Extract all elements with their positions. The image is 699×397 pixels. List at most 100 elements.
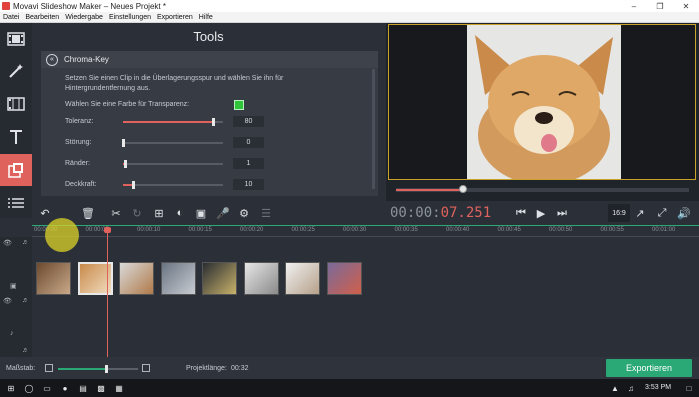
tolerance-slider[interactable] bbox=[123, 118, 223, 126]
noise-slider-knob[interactable] bbox=[122, 139, 125, 147]
notifications-icon[interactable]: □ bbox=[684, 383, 694, 393]
skip-back-icon[interactable]: ⏮ bbox=[512, 204, 530, 222]
speaker-icon[interactable]: ♫ bbox=[626, 383, 636, 393]
noise-slider[interactable] bbox=[122, 139, 223, 147]
video-visibility-eye-icon[interactable]: 👁 bbox=[3, 297, 13, 305]
titles-button[interactable] bbox=[0, 121, 32, 153]
export-button[interactable]: Exportieren bbox=[606, 359, 692, 377]
edges-slider-knob[interactable] bbox=[124, 160, 127, 168]
scale-label: Maßstab: bbox=[6, 365, 36, 372]
panel-scrollbar[interactable] bbox=[372, 69, 375, 189]
menu-datei[interactable]: Datei bbox=[0, 14, 22, 21]
overlay-visibility-eye-icon[interactable]: 👁 bbox=[3, 239, 13, 247]
menu-hilfe[interactable]: Hilfe bbox=[196, 14, 216, 21]
tool-strip bbox=[0, 23, 32, 218]
tolerance-row: Toleranz: 80 bbox=[65, 116, 365, 128]
folder-icon[interactable]: ▤ bbox=[78, 383, 88, 393]
zoom-out-icon[interactable] bbox=[45, 364, 53, 372]
task-view-icon[interactable]: ▭ bbox=[42, 383, 52, 393]
transitions-button[interactable] bbox=[0, 88, 32, 120]
timeline-clip[interactable] bbox=[243, 262, 279, 295]
playhead-handle[interactable] bbox=[104, 227, 111, 233]
timeline-tracks[interactable] bbox=[32, 237, 699, 357]
zoom-slider[interactable] bbox=[58, 365, 138, 373]
tools-button[interactable] bbox=[0, 154, 32, 186]
crop-icon[interactable]: ⊞ bbox=[150, 204, 168, 222]
close-icon[interactable]: ✕ bbox=[673, 0, 699, 12]
maximize-icon[interactable]: ❐ bbox=[647, 0, 673, 12]
minimize-icon[interactable]: – bbox=[621, 0, 647, 12]
fullscreen-icon[interactable]: ⤢ bbox=[653, 204, 671, 222]
aspect-ratio-button[interactable]: 16:9 bbox=[608, 204, 630, 222]
tolerance-value[interactable]: 80 bbox=[233, 116, 264, 127]
tolerance-label: Toleranz: bbox=[65, 118, 94, 125]
ruler-tick-label: 00:00:15 bbox=[188, 227, 212, 233]
music-volume-icon[interactable]: ♬ bbox=[22, 347, 32, 355]
ruler-tick-label: 00:00:45 bbox=[497, 227, 521, 233]
noise-value[interactable]: 0 bbox=[233, 137, 264, 148]
mouse-cursor-highlight bbox=[45, 218, 79, 252]
opacity-slider[interactable] bbox=[123, 181, 223, 189]
menu-lines-icon bbox=[8, 198, 24, 208]
back-icon[interactable]: « bbox=[46, 53, 58, 66]
menu-einstellungen[interactable]: Einstellungen bbox=[106, 14, 154, 21]
edges-slider[interactable] bbox=[123, 160, 223, 168]
timeline-clip[interactable] bbox=[36, 262, 71, 295]
ruler-tick-label: 00:00:30 bbox=[343, 227, 367, 233]
menu-wiedergabe[interactable]: Wiedergabe bbox=[62, 14, 106, 21]
import-media-button[interactable] bbox=[0, 23, 32, 55]
zoom-slider-knob[interactable] bbox=[105, 365, 108, 373]
menu-bearbeiten[interactable]: Bearbeiten bbox=[22, 14, 62, 21]
skip-forward-icon[interactable]: ⏭ bbox=[553, 204, 571, 222]
volume-icon[interactable]: 🔊 bbox=[675, 204, 693, 222]
ruler-tick-label: 00:00:10 bbox=[137, 227, 161, 233]
cut-icon[interactable]: ✂ bbox=[107, 204, 125, 222]
undo-icon[interactable]: ↶ bbox=[36, 204, 54, 222]
menu-exportieren[interactable]: Exportieren bbox=[154, 14, 196, 21]
windows-start-icon[interactable]: ⊞ bbox=[6, 383, 16, 393]
video-player[interactable] bbox=[388, 24, 696, 180]
playhead[interactable] bbox=[107, 227, 108, 357]
opacity-row: Deckkraft: 10 bbox=[65, 179, 365, 191]
overlay-volume-icon[interactable]: ♬ bbox=[22, 239, 32, 247]
search-icon[interactable]: ◯ bbox=[24, 383, 34, 393]
app-taskbar-icon[interactable]: ▦ bbox=[114, 383, 124, 393]
image-icon[interactable]: ▣ bbox=[192, 204, 210, 222]
ruler-tick-label: 00:00:25 bbox=[291, 227, 315, 233]
timeline-clip[interactable] bbox=[119, 262, 154, 295]
seekbar-knob[interactable] bbox=[459, 185, 468, 193]
browser-icon[interactable]: ● bbox=[60, 383, 70, 393]
tolerance-slider-knob[interactable] bbox=[212, 118, 215, 126]
equalizer-icon[interactable]: ☰ bbox=[257, 204, 275, 222]
opacity-slider-knob[interactable] bbox=[132, 181, 135, 189]
ruler-tick-label: 00:00:50 bbox=[549, 227, 573, 233]
transparency-color-swatch[interactable] bbox=[234, 100, 244, 110]
microphone-icon[interactable]: 🎤 bbox=[214, 204, 232, 222]
delete-icon[interactable]: 🗑 bbox=[79, 204, 97, 222]
overlay-icon bbox=[8, 163, 23, 178]
zoom-in-icon[interactable] bbox=[142, 364, 150, 372]
more-tools-button[interactable] bbox=[0, 187, 32, 219]
opacity-value[interactable]: 10 bbox=[233, 179, 264, 190]
timeline-clip[interactable] bbox=[326, 262, 362, 295]
rotate-icon[interactable]: ↻ bbox=[128, 204, 146, 222]
store-icon[interactable]: ▩ bbox=[96, 383, 106, 393]
app-logo-icon bbox=[2, 2, 10, 10]
timeline-clip[interactable] bbox=[160, 262, 196, 295]
edges-value[interactable]: 1 bbox=[233, 158, 264, 169]
detach-preview-icon[interactable]: ↗ bbox=[631, 204, 649, 222]
network-icon[interactable]: ▲ bbox=[610, 383, 620, 393]
timeline-clip[interactable] bbox=[202, 262, 237, 295]
preview-seekbar[interactable] bbox=[396, 185, 689, 193]
effects-button[interactable] bbox=[0, 55, 32, 87]
timeline-ruler[interactable]: 00:00:0000:00:0500:00:1000:00:1500:00:20… bbox=[32, 225, 699, 237]
timecode-main: 00:00: bbox=[390, 205, 441, 221]
settings-gear-icon[interactable]: ⚙ bbox=[235, 204, 253, 222]
video-volume-icon[interactable]: ♬ bbox=[22, 297, 32, 305]
project-length-value: 00:32 bbox=[231, 365, 249, 372]
ruler-tick-label: 00:00:55 bbox=[600, 227, 624, 233]
color-adjust-icon[interactable]: ◐ bbox=[171, 204, 189, 222]
taskbar-clock[interactable]: 3:53 PM bbox=[645, 384, 671, 391]
timeline-clip[interactable] bbox=[285, 262, 320, 295]
play-icon[interactable]: ▶ bbox=[532, 204, 550, 222]
